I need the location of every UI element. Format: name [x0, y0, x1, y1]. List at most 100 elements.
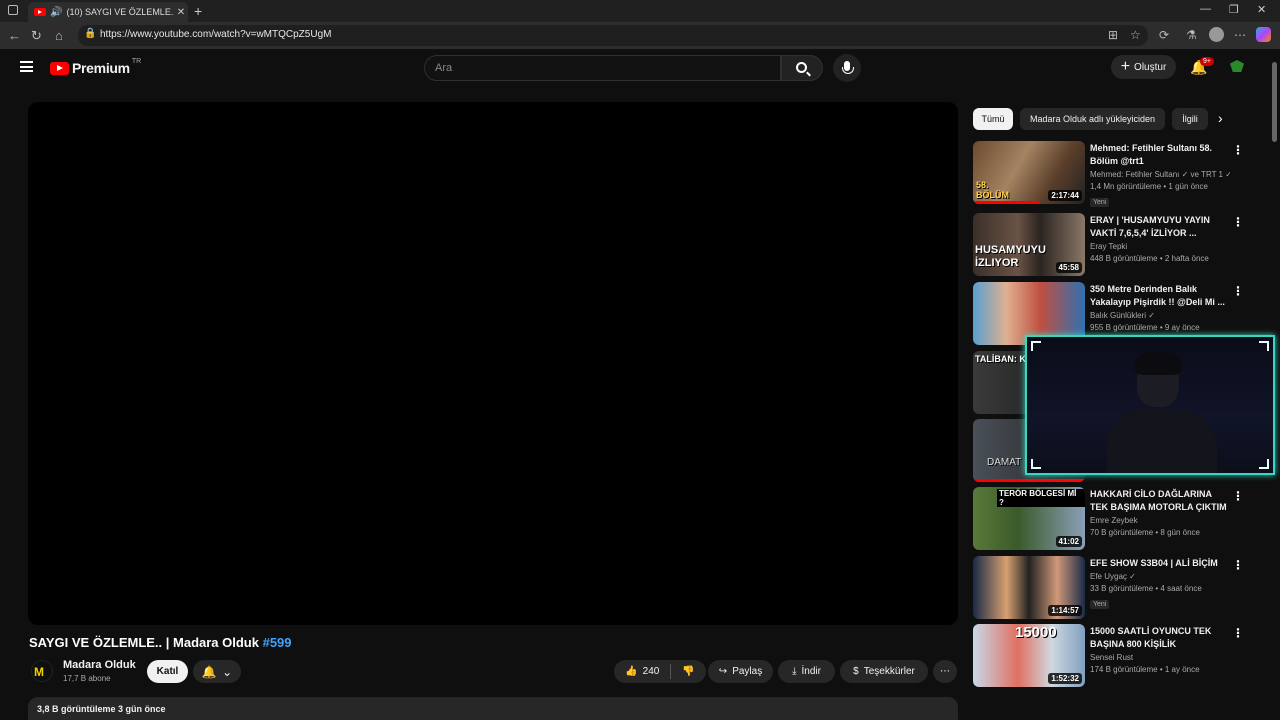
frame-corner [1031, 341, 1041, 351]
kebab-menu-icon[interactable]: ⋮ [1232, 489, 1244, 503]
more-options-icon[interactable]: ⋯ [1234, 28, 1246, 42]
bell-icon: 🔔 [201, 664, 217, 679]
favorite-star-icon[interactable]: ☆ [1130, 28, 1141, 42]
watch-progress-bar [973, 201, 1041, 204]
download-button[interactable]: ⤓ İndir [778, 660, 835, 683]
chip-from-uploader[interactable]: Madara Olduk adlı yükleyiciden [1020, 108, 1165, 130]
kebab-menu-icon[interactable]: ⋮ [1232, 143, 1244, 157]
kebab-menu-icon[interactable]: ⋮ [1232, 626, 1244, 640]
back-icon[interactable]: ← [8, 28, 21, 43]
rec-channel: Eray Tepki [1090, 242, 1128, 251]
close-window-icon[interactable]: ✕ [1257, 3, 1266, 16]
copilot-icon[interactable] [1256, 27, 1271, 42]
thumbnail-text: TALİBAN: KA [975, 354, 1033, 364]
youtube-premium-logo[interactable]: Premium TR [50, 57, 142, 76]
browser-profile-avatar[interactable] [1209, 27, 1224, 42]
chip-all[interactable]: Tümü [973, 108, 1013, 130]
chevron-right-icon[interactable]: › [1218, 110, 1223, 126]
search-input[interactable]: Ara [424, 55, 781, 81]
duration-badge: 1:52:32 [1048, 673, 1082, 684]
recommendation-item[interactable]: TERÖR BÖLGESİ Mİ ? 41:02 HAKKARİ CİLO DA… [973, 487, 1248, 551]
like-icon[interactable]: 👍 [625, 666, 637, 677]
thumbnail-text: HUSAMYUYU İZLIYOR [975, 244, 1046, 269]
channel-avatar[interactable]: M [31, 660, 53, 682]
window-menu-icon[interactable] [8, 5, 18, 15]
streamer-body [1107, 409, 1217, 473]
kebab-menu-icon[interactable]: ⋮ [1232, 284, 1244, 298]
rec-channel: Sensei Rust [1090, 653, 1134, 662]
rec-title: 350 Metre Derinden Balık Yakalayıp Pişir… [1090, 284, 1225, 307]
youtube-favicon-icon [34, 8, 46, 16]
voice-search-mic-icon[interactable] [833, 54, 861, 82]
logo-region: TR [131, 57, 142, 65]
join-button[interactable]: Katıl [147, 660, 188, 683]
rec-meta: 70 B görüntüleme • 8 gün önce [1090, 528, 1200, 537]
app-icon[interactable]: ⊞ [1108, 28, 1118, 42]
video-thumbnail[interactable]: TERÖR BÖLGESİ Mİ ? 41:02 [973, 487, 1085, 550]
like-dislike-group: 👍 240 👎 [614, 660, 706, 683]
video-player[interactable] [28, 102, 958, 625]
home-icon[interactable]: ⌂ [55, 28, 63, 43]
create-button[interactable]: + Oluştur [1111, 55, 1176, 79]
rec-title: ERAY | 'HUSAMYUYU YAYIN VAKTİ 7,6,5,4' İ… [1090, 215, 1210, 238]
rec-meta: 448 B görüntüleme • 2 hafta önce [1090, 254, 1209, 263]
video-thumbnail[interactable]: 15000 1:52:32 [973, 624, 1085, 687]
url-field[interactable]: 🔒 https://www.youtube.com/watch?v=wMTQCp… [78, 25, 1148, 46]
refresh-icon[interactable]: ↻ [31, 28, 42, 44]
channel-initials: M [34, 665, 44, 679]
video-thumbnail[interactable]: 58. BÖLÜM 2:17:44 [973, 141, 1085, 204]
like-count[interactable]: 240 [643, 666, 660, 677]
channel-name[interactable]: Madara Olduk [63, 659, 136, 671]
recommendation-item[interactable]: 58. BÖLÜM 2:17:44 Mehmed: Fetihler Sulta… [973, 141, 1248, 207]
dislike-icon[interactable]: 👎 [682, 666, 694, 677]
duration-badge: 2:17:44 [1048, 190, 1082, 201]
hamburger-menu-icon[interactable] [20, 61, 33, 72]
thanks-button[interactable]: $ Teşekkürler [840, 660, 928, 683]
share-label: Paylaş [732, 666, 763, 677]
kebab-menu-icon[interactable]: ⋮ [1232, 215, 1244, 229]
filter-chips: Tümü Madara Olduk adlı yükleyiciden İlgi… [973, 108, 1239, 130]
user-avatar[interactable] [1228, 57, 1246, 75]
rec-channel: Emre Zeybek [1090, 516, 1138, 525]
new-badge: Yeni [1090, 198, 1110, 207]
extensions-icon[interactable]: ⟳ [1159, 28, 1169, 42]
recommendation-item[interactable]: HUSAMYUYU İZLIYOR 45:58 ERAY | 'HUSAMYUY… [973, 213, 1248, 277]
maximize-icon[interactable]: ❐ [1229, 3, 1239, 16]
rec-title: Mehmed: Fetihler Sultanı 58. Bölüm @trt1 [1090, 143, 1213, 166]
notification-badge: 9+ [1200, 57, 1214, 66]
watch-progress-bar [973, 479, 1085, 482]
recommendation-item[interactable]: 1:14:57 EFE SHOW S3B04 | ALİ BİÇİM Efe U… [973, 556, 1248, 620]
streamer-hair [1135, 351, 1181, 375]
url-text: https://www.youtube.com/watch?v=wMTQCpZ5… [100, 29, 332, 40]
minimize-icon[interactable]: — [1200, 3, 1211, 15]
chip-related[interactable]: İlgili [1172, 108, 1208, 130]
thanks-icon: $ [853, 666, 859, 677]
video-title-text: SAYGI VE ÖZLEMLE.. | Madara Olduk [29, 635, 263, 650]
tab-title: (10) SAYGI VE ÖZLEMLE.. | M [66, 7, 174, 17]
thumbnail-text: DAMAT [987, 457, 1022, 468]
close-tab-icon[interactable]: ✕ [174, 7, 188, 18]
rec-meta: 955 B görüntüleme • 9 ay önce [1090, 323, 1200, 332]
video-thumbnail[interactable]: 1:14:57 [973, 556, 1085, 619]
video-hashtag[interactable]: #599 [263, 635, 292, 650]
speaker-icon[interactable]: 🔊 [50, 7, 62, 18]
subscription-bell-button[interactable]: 🔔 ⌄ [193, 660, 241, 683]
new-tab-icon[interactable]: + [194, 3, 202, 19]
search-button[interactable] [781, 55, 823, 81]
scrollbar-thumb[interactable] [1272, 62, 1277, 142]
description-box[interactable]: 3,8 B görüntüleme 3 gün önce [28, 697, 958, 720]
more-actions-button[interactable]: ⋯ [933, 660, 957, 683]
rec-meta: 174 B görüntüleme • 1 ay önce [1090, 665, 1200, 674]
browser-tab[interactable]: 🔊 (10) SAYGI VE ÖZLEMLE.. | M ✕ [28, 2, 188, 22]
rec-meta: 33 B görüntüleme • 4 saat önce [1090, 584, 1202, 593]
kebab-menu-icon[interactable]: ⋮ [1232, 558, 1244, 572]
views-date: 3,8 B görüntüleme 3 gün önce [37, 704, 166, 714]
plus-icon: + [1120, 58, 1131, 75]
recommendation-item[interactable]: 15000 1:52:32 15000 SAATLİ OYUNCU TEK BA… [973, 624, 1248, 688]
extension-icon[interactable]: ⚗ [1186, 28, 1197, 42]
thumbnail-text: 58. BÖLÜM [976, 180, 1009, 200]
lock-icon: 🔒 [84, 28, 97, 39]
chevron-down-icon: ⌄ [222, 664, 233, 679]
share-button[interactable]: ↪ Paylaş [708, 660, 773, 683]
video-thumbnail[interactable]: HUSAMYUYU İZLIYOR 45:58 [973, 213, 1085, 276]
